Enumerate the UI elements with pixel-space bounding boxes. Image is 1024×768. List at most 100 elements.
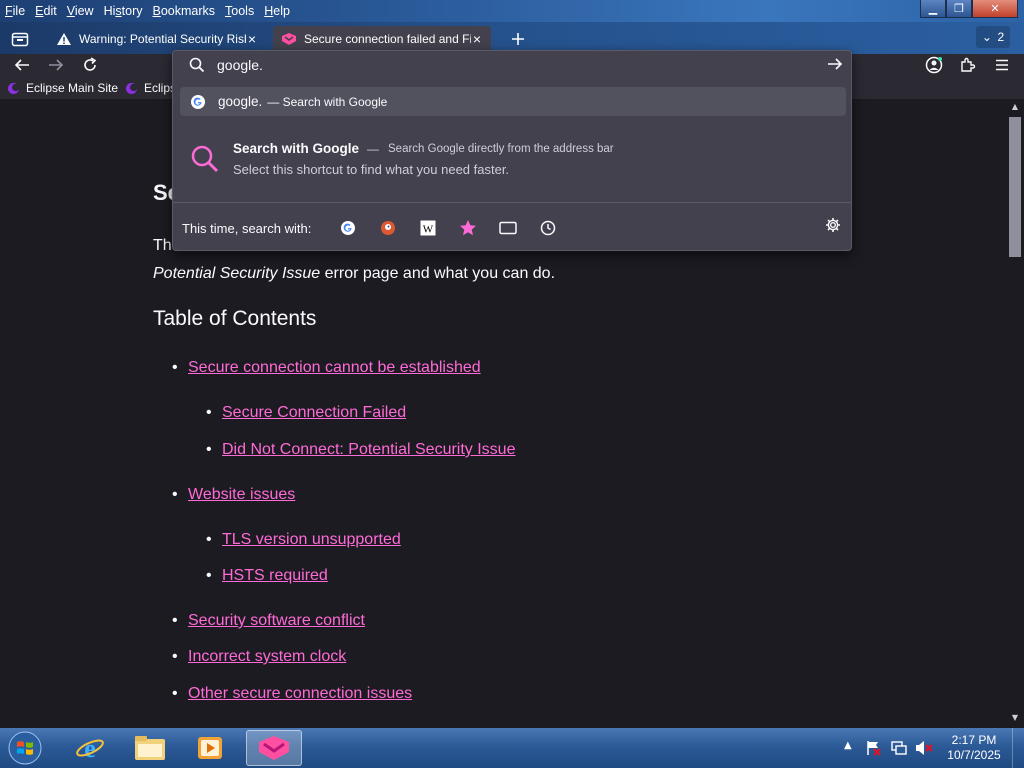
forward-button[interactable] [44,54,68,76]
clock-time: 2:17 PM [951,733,997,747]
reload-icon [84,57,97,71]
search-bookmarks-button[interactable] [457,217,479,239]
hamburger-icon [996,59,1008,71]
eclipse-logo-icon [126,82,137,94]
warning-icon [57,33,71,45]
go-arrow-icon[interactable] [827,57,843,71]
back-arrow-icon [14,59,29,71]
bookmark-eclipse-main[interactable]: Eclipse Main Site [8,81,118,95]
reload-button[interactable] [78,54,102,76]
menu-tools[interactable]: Tools [220,1,259,21]
folder-icon [135,736,165,760]
page-scrollbar[interactable]: ▲ ▼ [1006,99,1024,728]
search-with-label: This time, search with: [182,221,312,236]
toc-link-other-issues[interactable]: Other secure connection issues [172,685,412,703]
forward-arrow-icon [49,59,64,71]
intro-emphasis: Potential Security Issue [153,265,321,282]
toc-link-secure-connection[interactable]: Secure connection cannot be established [172,359,481,377]
tab-title: Secure connection failed and Fi [304,32,471,46]
app-menu-button[interactable] [990,54,1014,76]
star-icon [460,220,476,236]
address-input[interactable] [217,57,797,73]
bookmark-label: Eclipse Main Site [26,81,119,95]
taskbar-file-explorer[interactable] [122,730,178,766]
firefox-view-button[interactable] [8,28,32,50]
menu-help[interactable]: Help [259,1,295,21]
search-icon [189,57,205,73]
system-clock[interactable]: 2:17 PM 10/7/2025 [940,733,1008,763]
scroll-down-icon[interactable]: ▼ [1009,713,1021,722]
scroll-thumb[interactable] [1009,117,1021,257]
taskbar-internet-explorer[interactable]: e [62,730,118,766]
action-center-icon[interactable] [866,740,882,756]
menu-bookmarks[interactable]: Bookmarks [148,1,221,21]
clock-icon [540,220,556,236]
toc-link-security-software[interactable]: Security software conflict [172,612,365,630]
wikipedia-icon: W [420,220,436,236]
menu-history[interactable]: History [99,1,148,21]
clock-date: 10/7/2025 [947,748,1001,762]
account-button[interactable] [922,54,946,76]
search-icon [191,145,219,173]
back-button[interactable] [10,54,34,76]
list-all-tabs-button[interactable]: ⌄ 2 [976,26,1010,48]
address-bar [173,51,851,81]
menu-view[interactable]: View [62,1,99,21]
address-bar-dropdown: google. — Search with Google Search with… [172,50,852,251]
media-player-icon [198,737,222,759]
tab-icon [499,221,517,235]
taskbar-media-player[interactable] [182,730,238,766]
suggestion-query: google. [218,94,263,109]
tab-title: Warning: Potential Security Risk [79,32,246,46]
toc-link-did-not-connect[interactable]: Did Not Connect: Potential Security Issu… [206,441,516,459]
duckduckgo-icon [381,221,395,235]
plus-icon [512,33,524,45]
tab-close-icon[interactable]: × [471,31,483,47]
bookmark-eclipse[interactable]: Eclips [126,81,176,95]
tab-close-icon[interactable]: × [246,31,258,47]
search-shortcut-tip[interactable]: Search with Google — Search Google direc… [173,131,851,181]
gear-icon [826,218,840,232]
taskbar-browser[interactable] [246,730,302,766]
engine-wikipedia-button[interactable]: W [417,217,439,239]
minimize-button[interactable]: ▁ [920,0,946,18]
scroll-up-icon[interactable]: ▲ [1009,102,1021,111]
close-window-button[interactable]: ✕ [972,0,1018,18]
chevron-down-icon: ⌄ [981,30,992,44]
start-button[interactable] [4,729,46,767]
volume-muted-icon[interactable] [915,740,933,756]
toc-link-system-clock[interactable]: Incorrect system clock [172,648,346,666]
show-desktop-button[interactable] [1012,728,1024,768]
network-icon[interactable] [891,740,907,756]
puzzle-icon [961,57,976,72]
show-hidden-icons-button[interactable]: ▲ [844,740,852,751]
menu-edit[interactable]: Edit [30,1,62,21]
extensions-button[interactable] [956,54,980,76]
toc-link-secure-connection-failed[interactable]: Secure Connection Failed [206,404,406,422]
tab-secure-connection[interactable]: Secure connection failed and Fi × [273,26,491,52]
search-settings-button[interactable] [825,217,841,238]
new-tab-button[interactable] [507,28,529,50]
menu-bar: File Edit View History Bookmarks Tools H… [0,0,295,22]
maximize-button[interactable]: ❐ [946,0,972,18]
firefox-view-icon [11,32,29,47]
menu-file[interactable]: File [0,1,30,21]
taskbar: e ▲ 2:17 PM 10/7/2025 [0,728,1024,768]
google-icon [191,94,205,109]
suggestion-google-search[interactable]: google. — Search with Google [180,87,846,116]
shortcut-description: Search Google directly from the address … [388,143,614,155]
google-icon [341,221,355,235]
toc-link-hsts[interactable]: HSTS required [206,567,328,585]
engine-duckduckgo-button[interactable] [377,217,399,239]
minimize-icon: ▁ [928,2,938,15]
eclipse-logo-icon [8,82,19,94]
suggestion-action: — Search with Google [267,94,388,109]
tab-warning[interactable]: Warning: Potential Security Risk × [48,26,266,52]
engine-google-button[interactable] [337,217,359,239]
toc-link-website-issues[interactable]: Website issues [172,486,295,504]
toc-link-tls-version[interactable]: TLS version unsupported [206,531,401,549]
shortcut-hint: Select this shortcut to find what you ne… [233,162,510,177]
toc-heading: Table of Contents [153,307,317,330]
search-tabs-button[interactable] [497,217,519,239]
search-history-button[interactable] [537,217,559,239]
